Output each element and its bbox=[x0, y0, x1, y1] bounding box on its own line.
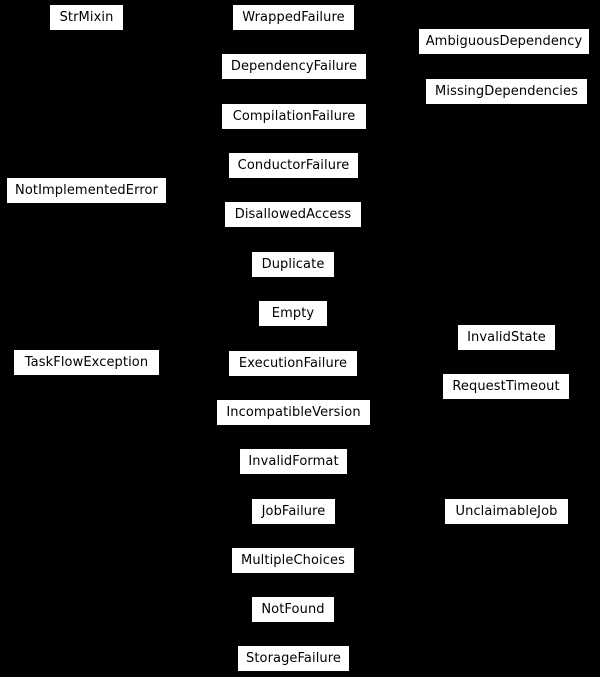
class-node[interactable]: ConductorFailure bbox=[228, 152, 359, 179]
class-node-label: WrappedFailure bbox=[242, 10, 345, 25]
class-node-label: UnclaimableJob bbox=[455, 504, 558, 519]
class-node-label: DependencyFailure bbox=[230, 59, 358, 74]
class-node-label: RequestTimeout bbox=[452, 379, 560, 394]
class-node[interactable]: TaskFlowException bbox=[13, 349, 160, 376]
class-node[interactable]: JobFailure bbox=[251, 498, 336, 525]
class-node-label: StrMixin bbox=[59, 10, 114, 25]
class-node-label: NotImplementedError bbox=[15, 183, 158, 198]
class-node[interactable]: CompilationFailure bbox=[221, 103, 367, 130]
class-node-label: JobFailure bbox=[261, 504, 326, 519]
class-node[interactable]: AmbiguousDependency bbox=[418, 28, 590, 55]
class-node-label: CompilationFailure bbox=[232, 109, 356, 124]
class-node-label: StorageFailure bbox=[245, 651, 342, 666]
class-node[interactable]: DisallowedAccess bbox=[224, 201, 362, 228]
class-node-label: AmbiguousDependency bbox=[425, 34, 583, 49]
class-node-label: Empty bbox=[271, 306, 315, 321]
class-node[interactable]: InvalidState bbox=[457, 324, 556, 351]
class-node[interactable]: Duplicate bbox=[251, 251, 335, 278]
class-node[interactable]: NotImplementedError bbox=[6, 177, 167, 204]
class-node-label: NotFound bbox=[261, 602, 325, 617]
class-node-label: Duplicate bbox=[261, 257, 325, 272]
class-node-label: InvalidFormat bbox=[248, 454, 339, 469]
class-node[interactable]: DependencyFailure bbox=[221, 53, 367, 80]
class-node[interactable]: ExecutionFailure bbox=[228, 350, 358, 377]
class-node[interactable]: StrMixin bbox=[49, 4, 124, 31]
class-node[interactable]: InvalidFormat bbox=[239, 448, 348, 475]
class-node[interactable]: Empty bbox=[258, 300, 328, 327]
class-node-label: InvalidState bbox=[467, 330, 546, 345]
class-node-label: ConductorFailure bbox=[237, 158, 350, 173]
class-node[interactable]: StorageFailure bbox=[237, 645, 350, 672]
class-inheritance-diagram: StrMixin WrappedFailure AmbiguousDependenc… bbox=[0, 0, 600, 677]
class-node[interactable]: WrappedFailure bbox=[232, 4, 355, 31]
class-node[interactable]: MissingDependencies bbox=[425, 78, 588, 105]
class-node[interactable]: IncompatibleVersion bbox=[216, 399, 371, 426]
class-node-label: ExecutionFailure bbox=[238, 356, 348, 371]
class-node[interactable]: NotFound bbox=[251, 596, 335, 623]
class-node-label: TaskFlowException bbox=[24, 355, 149, 370]
class-node[interactable]: UnclaimableJob bbox=[444, 498, 569, 525]
class-node-label: MultipleChoices bbox=[241, 553, 345, 568]
class-node-label: IncompatibleVersion bbox=[226, 405, 361, 420]
class-node-label: DisallowedAccess bbox=[234, 207, 352, 222]
class-node[interactable]: MultipleChoices bbox=[231, 547, 355, 574]
class-node[interactable]: RequestTimeout bbox=[442, 373, 570, 400]
class-node-label: MissingDependencies bbox=[435, 84, 578, 99]
